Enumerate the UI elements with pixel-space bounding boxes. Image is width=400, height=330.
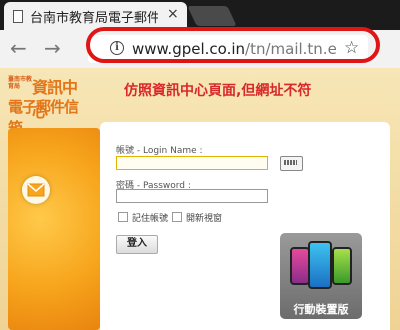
browser-tab[interactable]: 台南市教育局電子郵件 × [4, 2, 187, 30]
address-bar[interactable]: i www.gpel.co.in/tn/mail.tn.edu. ☆ [88, 35, 368, 63]
close-icon[interactable]: × [167, 6, 179, 22]
mobile-version-label: 行動裝置版 [293, 303, 349, 316]
mail-icon [22, 176, 50, 204]
keyboard-icon[interactable] [280, 156, 303, 171]
site-logo: 臺南市教育局 資訊中心 電子郵件信箱 [8, 74, 90, 137]
info-icon[interactable]: i [110, 41, 124, 55]
mobile-version-button[interactable]: 行動裝置版 [280, 233, 362, 319]
document-icon [13, 10, 23, 23]
forward-arrow-icon[interactable]: → [44, 36, 61, 60]
newwindow-label: 開新視窗 [186, 214, 223, 224]
star-icon[interactable]: ☆ [344, 38, 359, 58]
url-text[interactable]: www.gpel.co.in/tn/mail.tn.edu. [132, 40, 337, 58]
username-input[interactable] [116, 156, 268, 170]
login-button[interactable]: 登入 [116, 235, 158, 254]
remember-label: 記住帳號 [132, 214, 169, 224]
url-path: /tn/mail.tn.edu. [245, 40, 337, 58]
mail-banner-panel [8, 128, 100, 330]
page-content: 臺南市教育局 資訊中心 電子郵件信箱 仿照資訊中心頁面,但網址不符 帳號 - L… [0, 68, 400, 330]
logo-small-text: 臺南市教育局 [8, 76, 33, 90]
remember-checkbox[interactable] [118, 212, 128, 222]
warning-annotation: 仿照資訊中心頁面,但網址不符 [124, 83, 312, 99]
tab-title: 台南市教育局電子郵件 [30, 11, 158, 26]
username-label: 帳號 - Login Name : [116, 146, 203, 156]
login-card: 帳號 - Login Name : 密碼 - Password : 記住帳號 開… [100, 122, 390, 330]
newwindow-checkbox[interactable] [172, 212, 182, 222]
new-tab-button[interactable] [187, 6, 237, 26]
back-arrow-icon[interactable]: ← [10, 36, 27, 60]
browser-tab-bar: 台南市教育局電子郵件 × [0, 0, 400, 30]
password-input[interactable] [116, 189, 268, 203]
browser-toolbar: ← → i www.gpel.co.in/tn/mail.tn.edu. ☆ [0, 30, 400, 68]
url-host: www.gpel.co.in [132, 40, 246, 58]
